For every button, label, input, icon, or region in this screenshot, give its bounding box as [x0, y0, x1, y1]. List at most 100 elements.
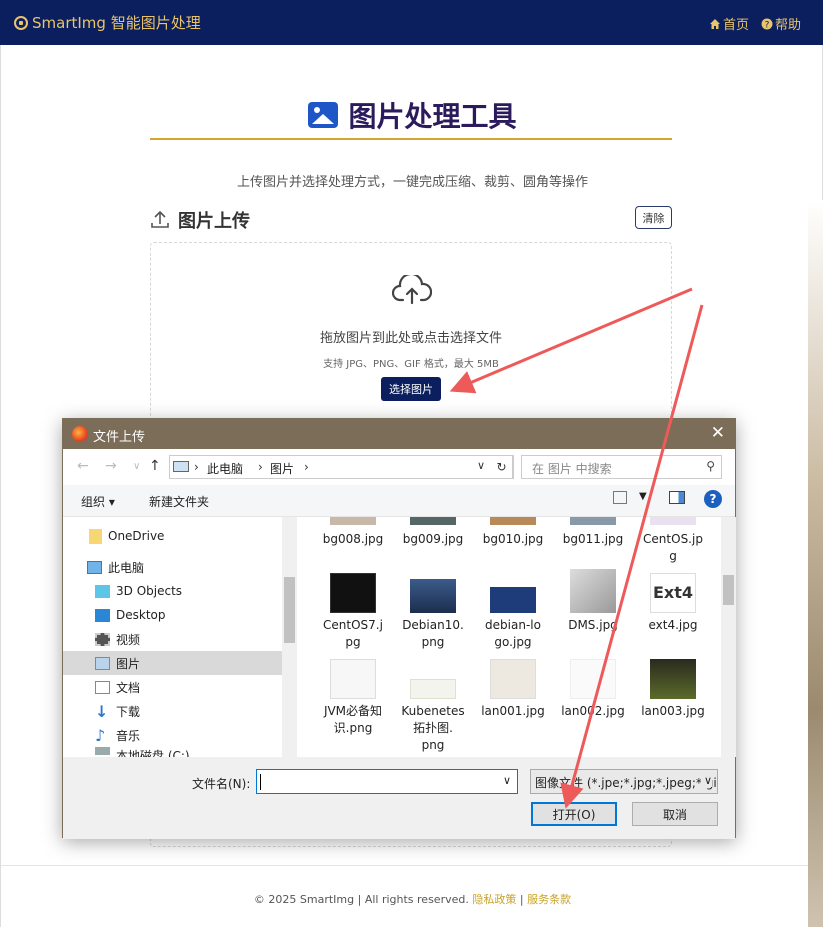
chevron-down-icon[interactable]: ∨ — [700, 774, 712, 787]
breadcrumb-pictures[interactable]: 图片 — [270, 460, 294, 477]
breadcrumb-pc[interactable]: 此电脑 — [207, 460, 243, 477]
file-item[interactable]: bg011.jpg — [555, 517, 631, 548]
choose-image-button[interactable]: 选择图片 — [381, 377, 441, 401]
sidebar-item-local-disk[interactable]: 本地磁盘 (C:) — [63, 747, 282, 757]
file-item[interactable]: lan001.jpg — [475, 659, 551, 720]
file-name-cont: 识.png — [333, 721, 373, 735]
sidebar-item-this-pc[interactable]: 此电脑 — [63, 555, 282, 579]
file-item[interactable]: bg008.jpg — [315, 517, 391, 548]
dialog-titlebar[interactable]: 文件上传 ✕ — [63, 419, 735, 449]
drop-hint: 支持 JPG、PNG、GIF 格式，最大 5MB — [323, 359, 499, 370]
refresh-button[interactable]: ↻ — [491, 455, 513, 479]
help-icon: ? — [761, 18, 773, 30]
file-name: lan003.jpg — [641, 704, 705, 718]
file-item[interactable]: CentOS.jp g — [635, 517, 711, 565]
file-name: bg009.jpg — [402, 532, 464, 546]
file-name: lan002.jpg — [561, 704, 625, 718]
sidebar-item-videos[interactable]: 视频 — [63, 627, 282, 651]
view-icon[interactable] — [613, 491, 627, 504]
brand[interactable]: SmartImg 智能图片处理 — [14, 12, 201, 33]
file-item[interactable]: CentOS7.j pg — [315, 573, 391, 651]
nav-help[interactable]: ? 帮助 — [761, 14, 801, 33]
close-icon[interactable]: ✕ — [711, 423, 725, 443]
file-list: bg008.jpg bg009.jpg bg010.jpg bg011.jpg … — [297, 517, 721, 757]
file-name-cont: png — [421, 635, 445, 649]
file-upload-dialog: 文件上传 ✕ ← → ∨ ↑ › 此电脑 › 图片 › ∨ ↻ 在 图片 中搜索… — [62, 418, 736, 839]
file-item[interactable]: Debian10. png — [395, 573, 471, 651]
privacy-link[interactable]: 隐私政策 — [472, 893, 516, 906]
file-item[interactable]: bg009.jpg — [395, 517, 471, 548]
scrollbar-thumb[interactable] — [284, 577, 295, 643]
file-thumbnail — [650, 659, 696, 699]
sidebar-item-documents[interactable]: 文档 — [63, 675, 282, 699]
clear-button[interactable]: 清除 — [635, 206, 672, 229]
address-bar[interactable]: › 此电脑 › 图片 › ∨ — [169, 455, 514, 479]
text-caret — [260, 774, 261, 790]
sidebar-item-label: 音乐 — [116, 728, 141, 743]
up-arrow-icon[interactable]: ↑ — [149, 458, 161, 474]
cancel-button[interactable]: 取消 — [632, 802, 718, 826]
file-name: bg011.jpg — [562, 532, 624, 546]
file-name-cont: pg — [345, 635, 361, 649]
file-name-cont: png — [421, 738, 445, 752]
terms-link[interactable]: 服务条款 — [527, 893, 571, 906]
sidebar-item-label: 文档 — [116, 680, 141, 695]
copyright: © 2025 SmartImg | All rights reserved. — [253, 893, 469, 906]
sidebar-scrollbar[interactable] — [282, 517, 297, 757]
sidebar-item-label: OneDrive — [108, 529, 165, 543]
sidebar-item-3d-objects[interactable]: 3D Objects — [63, 579, 282, 603]
filename-input[interactable]: ∨ — [256, 769, 518, 794]
file-item[interactable]: DMS.jpg — [555, 569, 631, 634]
upload-heading: 图片上传 — [150, 207, 250, 233]
home-icon — [709, 18, 720, 29]
sidebar-item-pictures[interactable]: 图片 — [63, 651, 282, 675]
file-item[interactable]: lan003.jpg — [635, 659, 711, 720]
file-item[interactable]: bg010.jpg — [475, 517, 551, 548]
filetype-select[interactable]: 图像文件 (*.jpe;*.jpg;*.jpeg;*.gif;*.png) ∨ — [530, 769, 718, 794]
search-placeholder: 在 图片 中搜索 — [532, 462, 612, 476]
refresh-icon: ↻ — [496, 460, 507, 474]
file-thumbnail — [490, 587, 536, 613]
file-name: Kubenetes — [401, 704, 465, 718]
scrollbar-thumb[interactable] — [723, 575, 734, 605]
file-thumbnail — [650, 517, 696, 525]
file-item[interactable]: debian-lo go.jpg — [475, 573, 551, 651]
upload-heading-text: 图片上传 — [178, 211, 250, 232]
crumb-sep-icon: › — [194, 460, 199, 474]
brand-name: SmartImg 智能图片处理 — [32, 14, 201, 32]
file-item[interactable]: JVM必备知 识.png — [315, 659, 391, 737]
file-item[interactable]: lan002.jpg — [555, 659, 631, 720]
drop-instruction: 拖放图片到此处或点击选择文件 — [319, 331, 502, 346]
footer-sep: | — [519, 893, 524, 906]
open-button[interactable]: 打开(O) — [531, 802, 617, 826]
file-name: CentOS7.j — [323, 618, 383, 632]
page-title: 图片处理工具 — [1, 95, 823, 135]
forward-arrow-icon[interactable]: → — [105, 458, 117, 474]
file-name: CentOS.jp — [643, 532, 703, 546]
file-item[interactable]: Kubenetes 拓扑图. png — [395, 659, 471, 754]
sidebar-item-downloads[interactable]: ↓ 下载 — [63, 699, 282, 723]
file-name: lan001.jpg — [481, 704, 545, 718]
top-navbar: SmartImg 智能图片处理 首页 ? 帮助 — [0, 0, 823, 45]
file-name-cont: g — [669, 549, 677, 563]
file-item[interactable]: Ext4 ext4.jpg — [635, 573, 711, 634]
search-input[interactable]: 在 图片 中搜索 ⚲ — [521, 455, 722, 479]
file-list-scrollbar[interactable] — [721, 517, 736, 757]
back-arrow-icon[interactable]: ← — [77, 458, 89, 474]
help-icon[interactable]: ? — [704, 490, 722, 508]
sidebar-item-desktop[interactable]: Desktop — [63, 603, 282, 627]
preview-pane-icon[interactable] — [669, 491, 685, 504]
background-strip — [808, 200, 823, 927]
new-folder-button[interactable]: 新建文件夹 — [149, 493, 209, 510]
sidebar-item-music[interactable]: ♪ 音乐 — [63, 723, 282, 747]
chevron-down-icon[interactable]: ∨ — [503, 774, 511, 787]
organize-button[interactable]: 组织 ▾ — [81, 493, 115, 510]
file-name: bg008.jpg — [322, 532, 384, 546]
recent-dropdown-icon[interactable]: ∨ — [133, 461, 140, 472]
chevron-down-icon[interactable]: ∨ — [477, 459, 485, 472]
file-name-cont: 拓扑图. — [413, 721, 453, 735]
sidebar-item-label: Desktop — [116, 608, 166, 622]
sidebar-item-onedrive[interactable]: OneDrive — [63, 524, 282, 548]
view-dropdown-icon[interactable]: ▼ — [639, 491, 647, 502]
nav-home[interactable]: 首页 — [709, 14, 749, 33]
